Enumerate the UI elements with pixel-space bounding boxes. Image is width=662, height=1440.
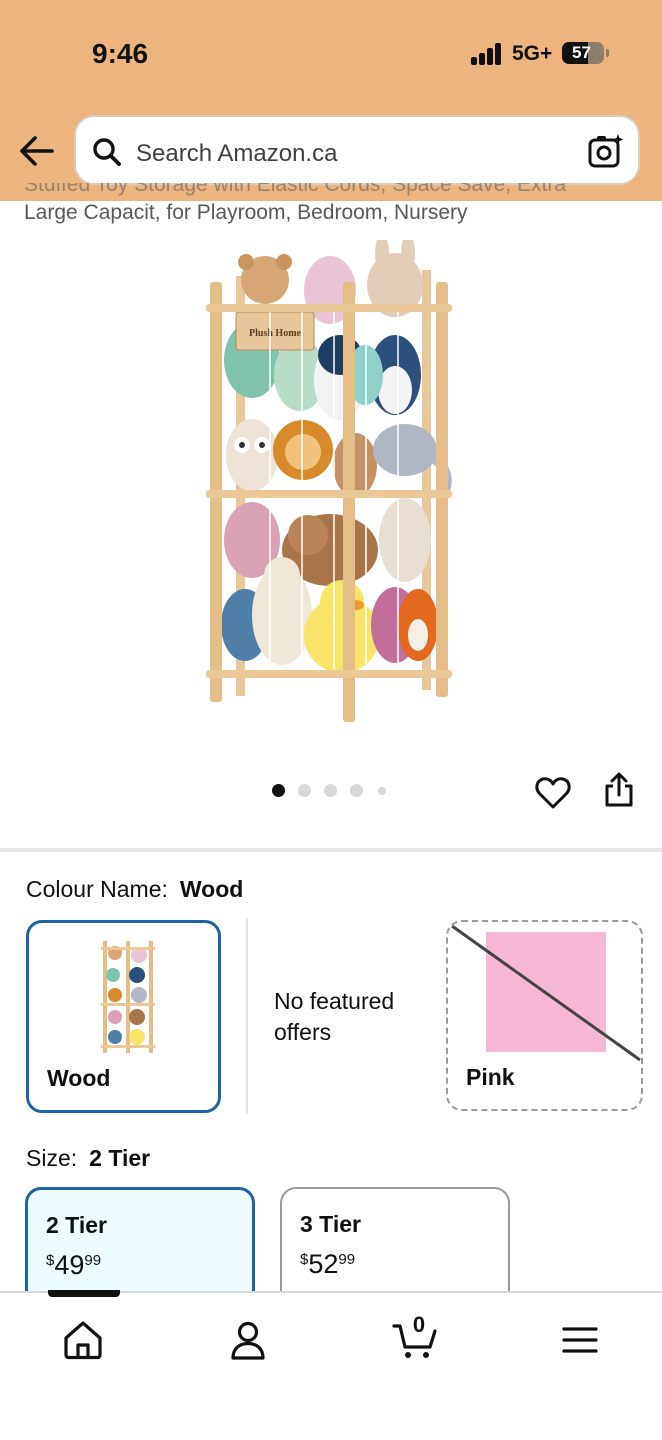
colour-name-label: Colour Name: Wood <box>26 876 244 902</box>
status-bar: 9:46 5G+ 57 <box>0 0 662 110</box>
back-arrow-icon[interactable] <box>18 134 56 168</box>
colour-option-label: Wood <box>47 1065 111 1091</box>
carousel-dot[interactable] <box>350 784 363 797</box>
product-title[interactable]: Stuffed Toy Storage with Elastic Cords, … <box>24 183 644 239</box>
active-tab-indicator <box>48 1290 120 1297</box>
product-thumbnail <box>99 937 157 1055</box>
camera-search-icon[interactable] <box>588 133 624 169</box>
status-time: 9:46 <box>92 38 149 69</box>
battery-icon: 57 <box>562 42 609 64</box>
section-divider <box>0 848 662 852</box>
carousel-dot[interactable] <box>324 784 337 797</box>
search-icon <box>92 137 122 167</box>
size-option-name: 3 Tier <box>300 1211 361 1237</box>
cart-count: 0 <box>412 1312 426 1337</box>
colour-option-label: Pink <box>466 1064 515 1090</box>
image-carousel-dots[interactable] <box>270 784 410 798</box>
colour-option-wood[interactable]: Wood <box>26 920 221 1113</box>
size-label: Size: 2 Tier <box>26 1145 151 1171</box>
product-title-line-partial: Stuffed Toy Storage with Elastic Cords, … <box>24 183 567 196</box>
carousel-dot-active[interactable] <box>272 784 285 797</box>
colour-option-pink[interactable]: Pink <box>446 920 643 1111</box>
product-image[interactable]: Plush Home <box>190 234 480 730</box>
search-bar[interactable]: Search Amazon.ca <box>74 115 640 185</box>
colour-separator <box>246 918 248 1114</box>
network-type: 5G+ <box>512 42 553 65</box>
heart-icon[interactable] <box>535 776 571 810</box>
home-icon[interactable] <box>61 1318 105 1362</box>
product-title-line: Large Capacit, for Playroom, Bedroom, Nu… <box>24 201 468 224</box>
size-option-name: 2 Tier <box>46 1212 107 1238</box>
cart-icon[interactable]: 0 <box>392 1312 438 1362</box>
cellular-signal-icon <box>471 43 503 65</box>
no-featured-offers-text: No featured offers <box>274 988 395 1045</box>
share-icon[interactable] <box>603 772 635 808</box>
account-icon[interactable] <box>226 1318 270 1362</box>
carousel-dot[interactable] <box>298 784 311 797</box>
size-option-price: $5299 <box>300 1249 356 1279</box>
size-selected-value: 2 Tier <box>89 1145 151 1171</box>
battery-level: 57 <box>572 43 591 62</box>
bottom-tab-bar <box>0 1291 662 1440</box>
search-placeholder[interactable]: Search Amazon.ca <box>136 140 337 168</box>
colour-selected-value: Wood <box>179 876 244 902</box>
carousel-dot[interactable] <box>378 787 386 795</box>
menu-icon[interactable] <box>558 1318 602 1362</box>
size-option-price: $4999 <box>46 1250 102 1280</box>
image-sign-text: Plush Home <box>249 328 302 339</box>
